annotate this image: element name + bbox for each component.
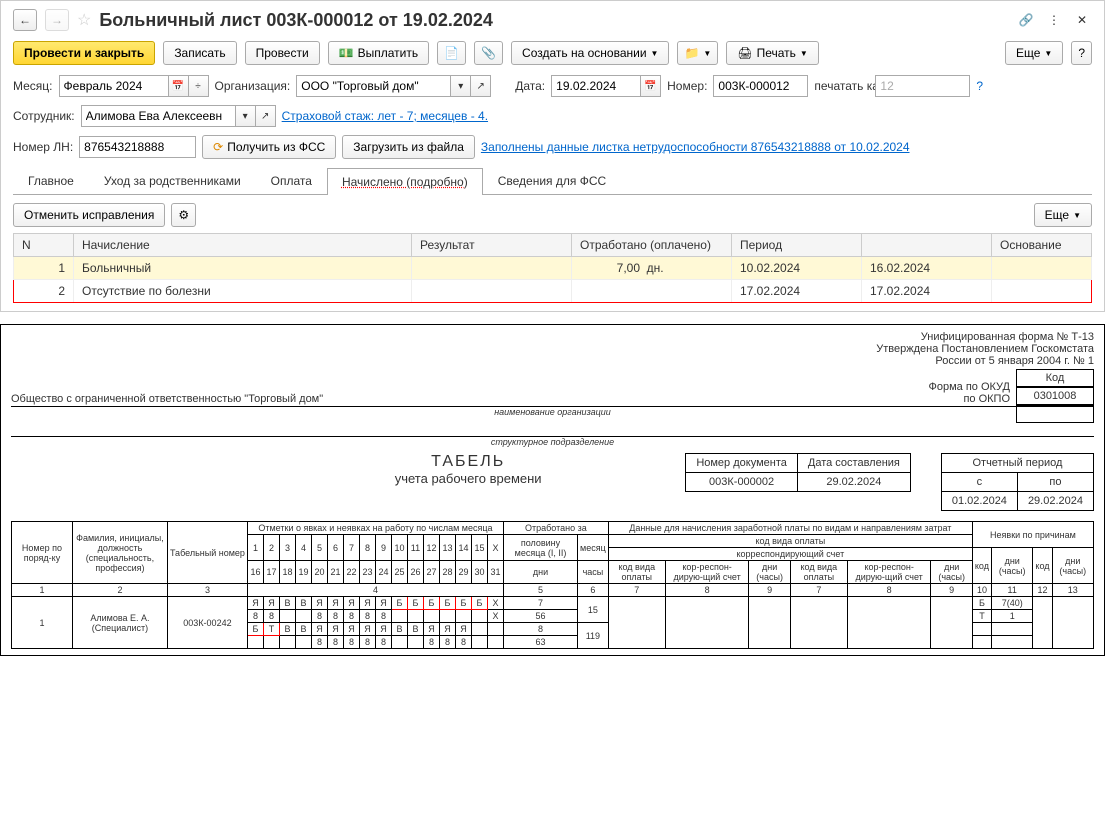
tab-fss[interactable]: Сведения для ФСС xyxy=(483,167,621,194)
org-name: Общество с ограниченной ответственностью… xyxy=(11,393,1094,407)
okud-label: Форма по ОКУД xyxy=(929,381,1011,393)
month-stepper[interactable]: ÷ xyxy=(189,75,209,97)
period-meta: Отчетный период спо 01.02.202429.02.2024 xyxy=(941,453,1094,511)
vyplatit-button[interactable]: 💵Выплатить xyxy=(328,41,429,65)
more-icon[interactable]: ⋮ xyxy=(1044,10,1064,30)
date-label: Дата: xyxy=(515,79,545,93)
timesheet-table: Номер по поряд-ку Фамилия, инициалы, дол… xyxy=(11,521,1094,649)
number-label: Номер: xyxy=(667,79,707,93)
employee-input[interactable] xyxy=(81,105,236,127)
month-calendar-button[interactable]: 📅 xyxy=(169,75,189,97)
tab-main[interactable]: Главное xyxy=(13,167,89,194)
tab-relatives[interactable]: Уход за родственниками xyxy=(89,167,256,194)
accrual-grid[interactable]: N Начисление Результат Отработано (оплач… xyxy=(13,233,1092,303)
table-row[interactable]: 1 Больничный 7,00 дн. 10.02.2024 16.02.2… xyxy=(14,257,1092,280)
date-calendar-button[interactable]: 📅 xyxy=(641,75,661,97)
fill-link[interactable]: Заполнены данные листка нетрудоспособнос… xyxy=(481,140,910,154)
timesheet-row: 1 Алимова Е. А. (Специалист) 003К-00242 … xyxy=(12,597,1094,610)
grid-settings-button[interactable]: ⚙ xyxy=(171,203,196,227)
date-input[interactable] xyxy=(551,75,641,97)
report-subtitle: учета рабочего времени xyxy=(281,471,655,486)
star-icon[interactable]: ☆ xyxy=(77,10,91,30)
org-label: Организация: xyxy=(215,79,291,93)
tabs: Главное Уход за родственниками Оплата На… xyxy=(13,167,1092,195)
month-label: Месяц: xyxy=(13,79,53,93)
employee-open-button[interactable]: ↗ xyxy=(256,105,276,127)
form-line: Утверждена Постановлением Госкомстата xyxy=(876,343,1094,355)
org-open-button[interactable]: ↗ xyxy=(471,75,491,97)
dept-sublabel: структурное подразделение xyxy=(11,437,1094,447)
refresh-icon: ⟳ xyxy=(213,140,223,154)
employee-dropdown-button[interactable]: ▾ xyxy=(236,105,256,127)
stazh-link[interactable]: Страховой стаж: лет - 7; месяцев - 4. xyxy=(282,109,488,123)
load-file-button[interactable]: Загрузить из файла xyxy=(342,135,475,159)
number-input[interactable] xyxy=(713,75,808,97)
month-input[interactable] xyxy=(59,75,169,97)
page-title: Больничный лист 003К-000012 от 19.02.202… xyxy=(99,10,493,31)
attach-icon-button[interactable]: 📎 xyxy=(474,41,503,65)
employee-label: Сотрудник: xyxy=(13,109,75,123)
tab-payment[interactable]: Оплата xyxy=(256,167,327,194)
form-line: России от 5 января 2004 г. № 1 xyxy=(876,355,1094,367)
org-sublabel: наименование организации xyxy=(11,407,1094,417)
pechat-button[interactable]: 🖨 Печать ▼ xyxy=(726,41,818,65)
printas-input[interactable] xyxy=(875,75,970,97)
okpo-value xyxy=(1016,405,1094,423)
printas-label: печатать как: xyxy=(814,79,869,93)
org-dropdown-button[interactable]: ▾ xyxy=(451,75,471,97)
cancel-corr-button[interactable]: Отменить исправления xyxy=(13,203,165,227)
report-title: ТАБЕЛЬ xyxy=(281,453,655,471)
nav-fwd-button[interactable]: → xyxy=(45,9,69,31)
sozdat-button[interactable]: Создать на основании ▼ xyxy=(511,41,669,65)
link-icon[interactable]: 🔗 xyxy=(1016,10,1036,30)
close-icon[interactable]: ✕ xyxy=(1072,10,1092,30)
provesti-button[interactable]: Провести xyxy=(245,41,320,65)
nav-back-button[interactable]: ← xyxy=(13,9,37,31)
doc-meta: Номер документаДата составления 003К-000… xyxy=(685,453,911,492)
provesti-zakryt-button[interactable]: Провести и закрыть xyxy=(13,41,155,65)
zapisat-button[interactable]: Записать xyxy=(163,41,236,65)
ln-label: Номер ЛН: xyxy=(13,140,73,154)
printas-help-icon[interactable]: ? xyxy=(976,79,983,93)
ln-input[interactable] xyxy=(79,136,196,158)
org-input[interactable] xyxy=(296,75,451,97)
table-row[interactable]: 2 Отсутствие по болезни 17.02.2024 17.02… xyxy=(14,280,1092,303)
doc-icon-button[interactable]: 📄 xyxy=(437,41,466,65)
get-fss-button[interactable]: ⟳ Получить из ФСС xyxy=(202,135,336,159)
tab-accrued[interactable]: Начислено (подробно) xyxy=(327,168,483,195)
print-icon: 🖨 xyxy=(737,46,752,60)
help-button[interactable]: ? xyxy=(1071,41,1092,65)
form-line: Унифицированная форма № Т-13 xyxy=(876,331,1094,343)
folder-icon-button[interactable]: 📁 ▼ xyxy=(677,41,718,65)
grid-eshe-button[interactable]: Еще ▼ xyxy=(1034,203,1092,227)
eshe-button[interactable]: Еще ▼ xyxy=(1005,41,1063,65)
code-label: Код xyxy=(1016,369,1094,387)
pay-icon: 💵 xyxy=(339,46,354,60)
